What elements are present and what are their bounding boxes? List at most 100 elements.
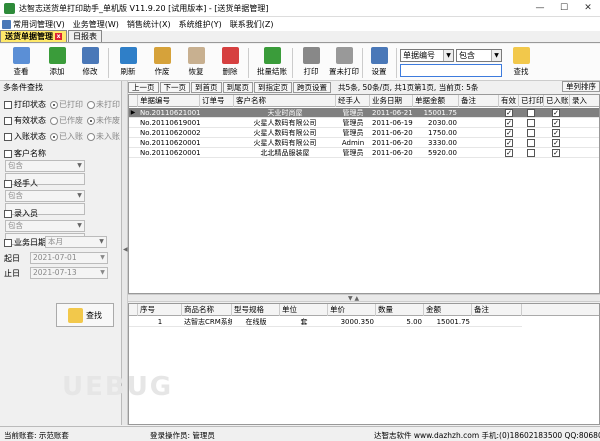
- detail-column-header[interactable]: 金额: [424, 304, 472, 316]
- column-header[interactable]: 备注: [459, 95, 499, 107]
- detail-column-header[interactable]: 数量: [376, 304, 424, 316]
- table-row[interactable]: No.20110619001 火星人数码有限公司 管理员 2011-06-19 2030…: [129, 118, 599, 128]
- column-header[interactable]: 业务日期: [370, 95, 413, 107]
- not-voided-radio[interactable]: [87, 116, 95, 125]
- column-header[interactable]: 已打印: [519, 95, 544, 107]
- mark-unprinted-button[interactable]: 置未打印: [326, 47, 362, 79]
- column-header[interactable]: 客户名称: [234, 95, 336, 107]
- end-date-picker[interactable]: 2021-07-13 ▼: [30, 267, 108, 279]
- handler-mode-select[interactable]: 包含 ▼: [5, 190, 85, 202]
- detail-column-header[interactable]: 型号规格: [232, 304, 280, 316]
- column-header[interactable]: 已入账: [544, 95, 570, 107]
- unprinted-radio[interactable]: [87, 100, 95, 109]
- customer-checkbox[interactable]: [4, 149, 12, 158]
- detail-column-header[interactable]: 单价: [328, 304, 376, 316]
- goto-page-button[interactable]: 到指定页: [254, 81, 292, 93]
- tab-daily-report[interactable]: 日报表: [68, 30, 102, 42]
- cell-accounted-checkbox[interactable]: ✓: [552, 149, 560, 157]
- cell-accounted-checkbox[interactable]: ✓: [552, 109, 560, 117]
- detail-column-header[interactable]: 单位: [280, 304, 328, 316]
- recorder-mode-select[interactable]: 包含 ▼: [5, 220, 85, 232]
- minimize-button[interactable]: —: [528, 0, 552, 17]
- recorder-checkbox[interactable]: [4, 209, 12, 218]
- refresh-button[interactable]: 刷新: [113, 47, 143, 79]
- add-button[interactable]: 添加: [42, 47, 72, 79]
- search-mode-select[interactable]: 包含 ▼: [456, 49, 502, 62]
- next-page-button[interactable]: 下一页: [159, 81, 190, 93]
- collapse-down-icon[interactable]: ▼ ▲: [348, 295, 359, 302]
- cell-valid-checkbox[interactable]: ✓: [505, 139, 513, 147]
- void-button[interactable]: 作废: [147, 47, 177, 79]
- settings-button[interactable]: 设置: [364, 47, 394, 79]
- biz-date-checkbox[interactable]: [4, 238, 12, 247]
- column-header[interactable]: 录入: [570, 95, 599, 107]
- customer-mode-select[interactable]: 包含 ▼: [5, 160, 85, 172]
- edit-button[interactable]: 修改: [75, 47, 105, 79]
- cell-accounted-checkbox[interactable]: ✓: [552, 119, 560, 127]
- cell-no: No.20110620002: [140, 129, 200, 137]
- view-button[interactable]: 查看: [6, 47, 36, 79]
- menu-contact[interactable]: 联系我们(Z): [228, 19, 280, 30]
- menu-business[interactable]: 业务管理(W): [71, 19, 125, 30]
- date-range-select[interactable]: 本月 ▼: [45, 236, 107, 248]
- cell-printed-checkbox[interactable]: [527, 109, 535, 117]
- delete-button[interactable]: 删除: [215, 47, 245, 79]
- last-page-button[interactable]: 到尾页: [222, 81, 253, 93]
- not-accounted-radio[interactable]: [87, 132, 95, 141]
- tab-close-icon[interactable]: x: [55, 33, 62, 40]
- cell-valid-checkbox[interactable]: ✓: [505, 109, 513, 117]
- detail-column-header[interactable]: 备注: [472, 304, 522, 316]
- cell-printed-checkbox[interactable]: [527, 139, 535, 147]
- close-button[interactable]: ✕: [576, 0, 600, 17]
- horizontal-splitter[interactable]: ▼ ▲: [128, 294, 600, 302]
- menu-sales-stats[interactable]: 销售统计(X): [125, 19, 177, 30]
- column-header[interactable]: 单据编号: [138, 95, 200, 107]
- menu-system[interactable]: 系统维护(Y): [177, 19, 228, 30]
- cell-printed-checkbox[interactable]: [527, 149, 535, 157]
- search-field-select[interactable]: 单据编号 ▼: [400, 49, 454, 62]
- tab-delivery-docs[interactable]: 送货单据管理 x: [0, 30, 67, 42]
- cell-valid-checkbox[interactable]: ✓: [505, 129, 513, 137]
- restore-button[interactable]: 恢复: [181, 47, 211, 79]
- printed-radio[interactable]: [50, 100, 58, 109]
- table-row[interactable]: No.20110620002 火星人数码有限公司 管理员 2011-06-20 1750…: [129, 128, 599, 138]
- filter-panel-title: 多条件查找: [3, 83, 43, 92]
- batch-settle-button[interactable]: 批量结账: [254, 47, 290, 79]
- cell-accounted-checkbox[interactable]: ✓: [552, 129, 560, 137]
- maximize-button[interactable]: ☐: [552, 0, 576, 17]
- print-status-checkbox[interactable]: [4, 100, 12, 109]
- detail-row[interactable]: 1 达智志CRM系统 在线版 套 3000.350 5.00 15001.75: [129, 317, 522, 327]
- table-row[interactable]: ▶ No.20110621001 天业时尚屋 管理员 2011-06-21 15001.7…: [129, 108, 599, 118]
- cell-accounted-checkbox[interactable]: ✓: [552, 139, 560, 147]
- cell-valid-checkbox[interactable]: ✓: [505, 149, 513, 157]
- column-header[interactable]: 有效: [499, 95, 519, 107]
- valid-status-checkbox[interactable]: [4, 116, 12, 125]
- account-status-checkbox[interactable]: [4, 132, 12, 141]
- current-account: 当前账套: 示范账套: [4, 431, 69, 440]
- search-button[interactable]: 查找: [506, 47, 536, 79]
- table-row[interactable]: No.20110620001 北北精品服装屋 管理员 2011-06-20 5920.0…: [129, 148, 599, 158]
- accounted-radio[interactable]: [50, 132, 58, 141]
- voided-radio[interactable]: [50, 116, 58, 125]
- prev-page-button[interactable]: 上一页: [128, 81, 159, 93]
- column-header[interactable]: 订单号: [200, 95, 234, 107]
- column-header[interactable]: 单据金额: [413, 95, 459, 107]
- cell-printed-checkbox[interactable]: [527, 129, 535, 137]
- collapse-left-icon[interactable]: ◀: [123, 246, 128, 253]
- filter-find-button[interactable]: 查找: [56, 303, 114, 327]
- restore-icon: [187, 47, 205, 64]
- column-sort-button[interactable]: 单列排序: [562, 81, 600, 92]
- cell-valid-checkbox[interactable]: ✓: [505, 119, 513, 127]
- handler-checkbox[interactable]: [4, 179, 12, 188]
- detail-column-header[interactable]: 商品名称: [182, 304, 232, 316]
- start-date-picker[interactable]: 2021-07-01 ▼: [30, 252, 108, 264]
- first-page-button[interactable]: 到首页: [191, 81, 222, 93]
- detail-column-header[interactable]: 序号: [138, 304, 182, 316]
- menu-common-words[interactable]: 常用词管理(V): [0, 19, 71, 30]
- table-row[interactable]: No.20110620001 火星人数码有限公司 Admin 2011-06-20 33…: [129, 138, 599, 148]
- page-setting-button[interactable]: 跨页设置: [293, 81, 331, 93]
- print-button[interactable]: 打印: [296, 47, 326, 79]
- cell-printed-checkbox[interactable]: [527, 119, 535, 127]
- column-header[interactable]: 经手人: [336, 95, 370, 107]
- search-input[interactable]: [400, 64, 502, 77]
